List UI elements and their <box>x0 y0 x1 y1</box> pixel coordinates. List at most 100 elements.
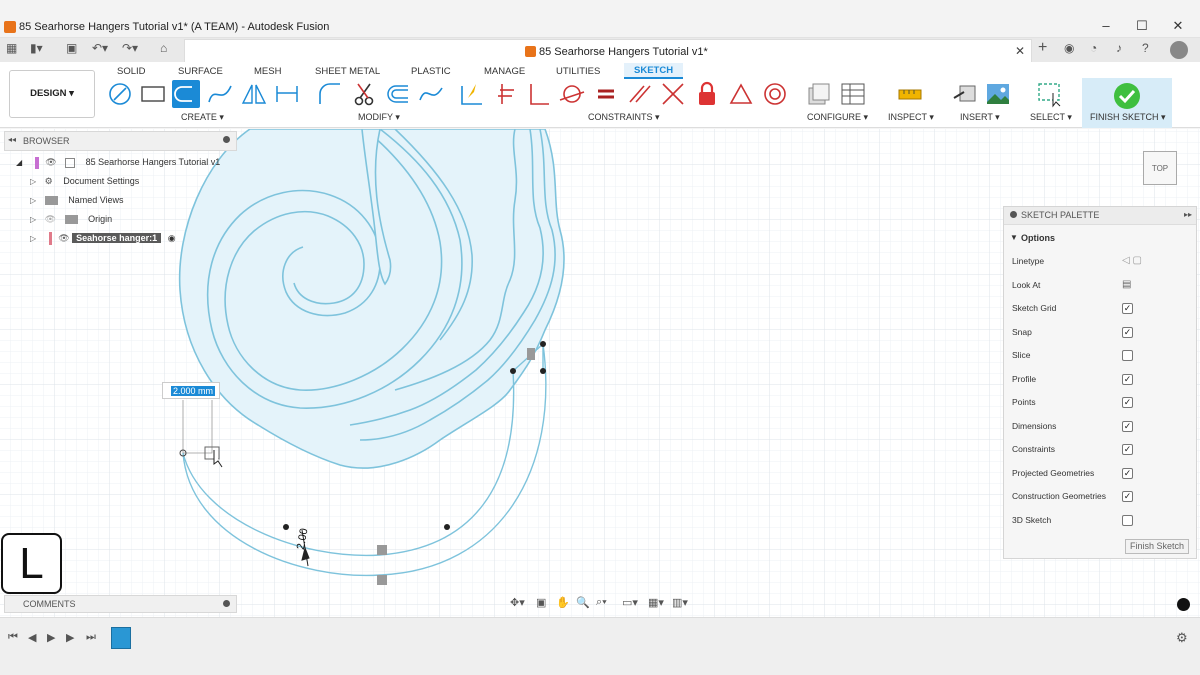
home-icon[interactable]: ⌂ <box>160 41 167 59</box>
expand-arrow-icon[interactable]: ▷ <box>30 177 36 186</box>
offset-tool-icon[interactable] <box>384 80 412 108</box>
grid-settings-icon[interactable]: ▦▾ <box>648 596 664 609</box>
tree-item-origin[interactable]: ▷ 👁 Origin <box>30 211 112 228</box>
tab-plastic[interactable]: PLASTIC <box>411 66 451 77</box>
perpendicular-constraint-icon[interactable] <box>525 80 553 108</box>
comments-pin-icon[interactable] <box>223 600 230 607</box>
coincident-constraint-icon[interactable] <box>492 80 520 108</box>
construction-geometries-checkbox[interactable]: ✓ <box>1122 491 1133 502</box>
tree-item-document-settings[interactable]: ▷ ⚙ Document Settings <box>30 173 139 190</box>
midpoint-constraint-icon[interactable] <box>727 80 755 108</box>
equal-constraint-icon[interactable] <box>592 80 620 108</box>
timeline-next-icon[interactable]: ▶ <box>66 631 74 644</box>
finish-sketch-panel[interactable]: FINISH SKETCH ▾ <box>1082 78 1172 128</box>
tab-surface[interactable]: SURFACE <box>178 66 223 77</box>
expand-arrow-icon[interactable]: ▷ <box>30 234 36 243</box>
options-collapse-icon[interactable]: ▼ <box>1010 233 1018 242</box>
tab-mesh[interactable]: MESH <box>254 66 281 77</box>
timeline-sketch-feature[interactable] <box>111 627 131 649</box>
timeline-play-icon[interactable]: ▶ <box>47 631 55 644</box>
tree-root[interactable]: ◢ 👁 85 Searhorse Hangers Tutorial v1 <box>16 154 220 171</box>
finish-sketch-label[interactable]: FINISH SKETCH ▾ <box>1090 112 1166 123</box>
points-checkbox[interactable]: ✓ <box>1122 397 1133 408</box>
mirror-tool-icon[interactable] <box>240 80 268 108</box>
horizontal-constraint-icon[interactable] <box>458 80 486 108</box>
app-grid-icon[interactable]: ▦ <box>6 41 17 59</box>
maximize-button[interactable]: ☐ <box>1132 18 1152 34</box>
parallel-constraint-icon[interactable] <box>626 80 654 108</box>
sketch-grid-checkbox[interactable]: ✓ <box>1122 303 1133 314</box>
expand-arrow-icon[interactable]: ▷ <box>30 196 36 205</box>
minimize-button[interactable]: – <box>1096 18 1116 33</box>
close-tab-icon[interactable]: ✕ <box>1015 44 1025 58</box>
create-group-label[interactable]: CREATE ▾ <box>181 112 224 123</box>
palette-finish-sketch-button[interactable]: Finish Sketch <box>1125 539 1189 554</box>
look-at-nav-icon[interactable]: ▣ <box>536 596 546 609</box>
activate-radio-icon[interactable]: ◉ <box>168 233 176 243</box>
fit-icon[interactable]: ⌕▾ <box>596 596 607 609</box>
new-tab-icon[interactable]: + <box>1038 39 1047 57</box>
user-avatar[interactable] <box>1170 41 1188 59</box>
tab-manage[interactable]: MANAGE <box>484 66 525 77</box>
insert-canvas-icon[interactable] <box>984 80 1012 108</box>
dimension-tool-icon[interactable] <box>273 80 301 108</box>
trim-tool-icon[interactable] <box>350 80 378 108</box>
tab-sheet-metal[interactable]: SHEET METAL <box>315 66 380 77</box>
close-window-button[interactable]: ✕ <box>1168 18 1188 34</box>
extend-tool-icon[interactable] <box>417 80 445 108</box>
notifications-icon[interactable]: ♪ <box>1116 41 1122 59</box>
tree-item-seahorse-hanger[interactable]: ▷ 👁 Seahorse hanger:1 ◉ <box>30 230 176 247</box>
spline-tool-icon[interactable] <box>206 80 234 108</box>
file-menu-icon[interactable]: ▮▾ <box>30 41 43 59</box>
tangent-constraint-icon[interactable] <box>558 80 586 108</box>
expand-palette-icon[interactable]: ▸▸ <box>1184 210 1192 219</box>
select-group-label[interactable]: SELECT ▾ <box>1030 112 1072 123</box>
dimension-input[interactable]: 2.000 mm <box>162 382 220 399</box>
hidden-eye-icon[interactable]: 👁 <box>45 214 56 224</box>
dimension-input-value[interactable]: 2.000 mm <box>171 386 216 396</box>
line-tool-icon[interactable] <box>106 80 134 108</box>
tab-utilities[interactable]: UTILITIES <box>556 66 600 77</box>
select-box-icon[interactable] <box>1036 80 1064 108</box>
measure-tool-icon[interactable] <box>896 80 924 108</box>
snap-checkbox[interactable]: ✓ <box>1122 327 1133 338</box>
constraints-group-label[interactable]: CONSTRAINTS ▾ <box>588 112 660 123</box>
expand-arrow-icon[interactable]: ▷ <box>30 215 36 224</box>
timeline-last-icon[interactable]: ⏭ <box>86 631 96 644</box>
save-icon[interactable]: ▣ <box>66 41 77 59</box>
redo-icon[interactable]: ↷▾ <box>122 41 138 59</box>
tab-sketch[interactable]: SKETCH <box>624 63 684 79</box>
collapse-arrow-icon[interactable]: ◢ <box>16 158 22 167</box>
timeline-prev-icon[interactable]: ◀ <box>28 631 36 644</box>
workspace-design-button[interactable]: DESIGN ▾ <box>9 70 95 118</box>
rectangle-tool-icon[interactable] <box>139 80 167 108</box>
configure-table-icon[interactable] <box>839 80 867 108</box>
linetype-icons[interactable]: ◁ ▢ <box>1122 255 1142 266</box>
capture-icon[interactable] <box>1177 598 1190 611</box>
job-status-icon[interactable]: ◔ <box>1090 41 1097 59</box>
profile-checkbox[interactable]: ✓ <box>1122 374 1133 385</box>
look-at-icon[interactable]: ▤ <box>1122 279 1131 290</box>
configure-parameters-icon[interactable] <box>805 80 833 108</box>
tree-item-named-views[interactable]: ▷ Named Views <box>30 192 124 209</box>
extensions-icon[interactable]: ◉ <box>1064 41 1074 59</box>
help-icon[interactable]: ? <box>1142 41 1149 59</box>
slot-tool-icon[interactable] <box>172 80 200 108</box>
insert-group-label[interactable]: INSERT ▾ <box>960 112 1000 123</box>
insert-derive-icon[interactable] <box>951 80 979 108</box>
inspect-group-label[interactable]: INSPECT ▾ <box>888 112 934 123</box>
eye-icon[interactable]: 👁 <box>58 233 69 243</box>
document-tab[interactable]: 85 Searhorse Hangers Tutorial v1* ✕ <box>184 39 1032 63</box>
timeline-settings-gear-icon[interactable]: ⚙ <box>1176 630 1188 646</box>
orbit-icon[interactable]: ✥▾ <box>510 596 525 609</box>
fillet-tool-icon[interactable] <box>316 80 344 108</box>
selected-component[interactable]: Seahorse hanger:1 <box>72 233 162 243</box>
finish-check-icon[interactable] <box>1114 83 1140 109</box>
viewports-icon[interactable]: ▥▾ <box>672 596 688 609</box>
pan-icon[interactable]: ✋ <box>556 596 570 609</box>
viewcube[interactable]: TOP <box>1143 151 1177 185</box>
timeline-first-icon[interactable]: ⏮ <box>8 631 18 644</box>
undo-icon[interactable]: ↶▾ <box>92 41 108 59</box>
browser-pin-icon[interactable] <box>223 136 230 143</box>
eye-icon[interactable]: 👁 <box>45 157 56 167</box>
